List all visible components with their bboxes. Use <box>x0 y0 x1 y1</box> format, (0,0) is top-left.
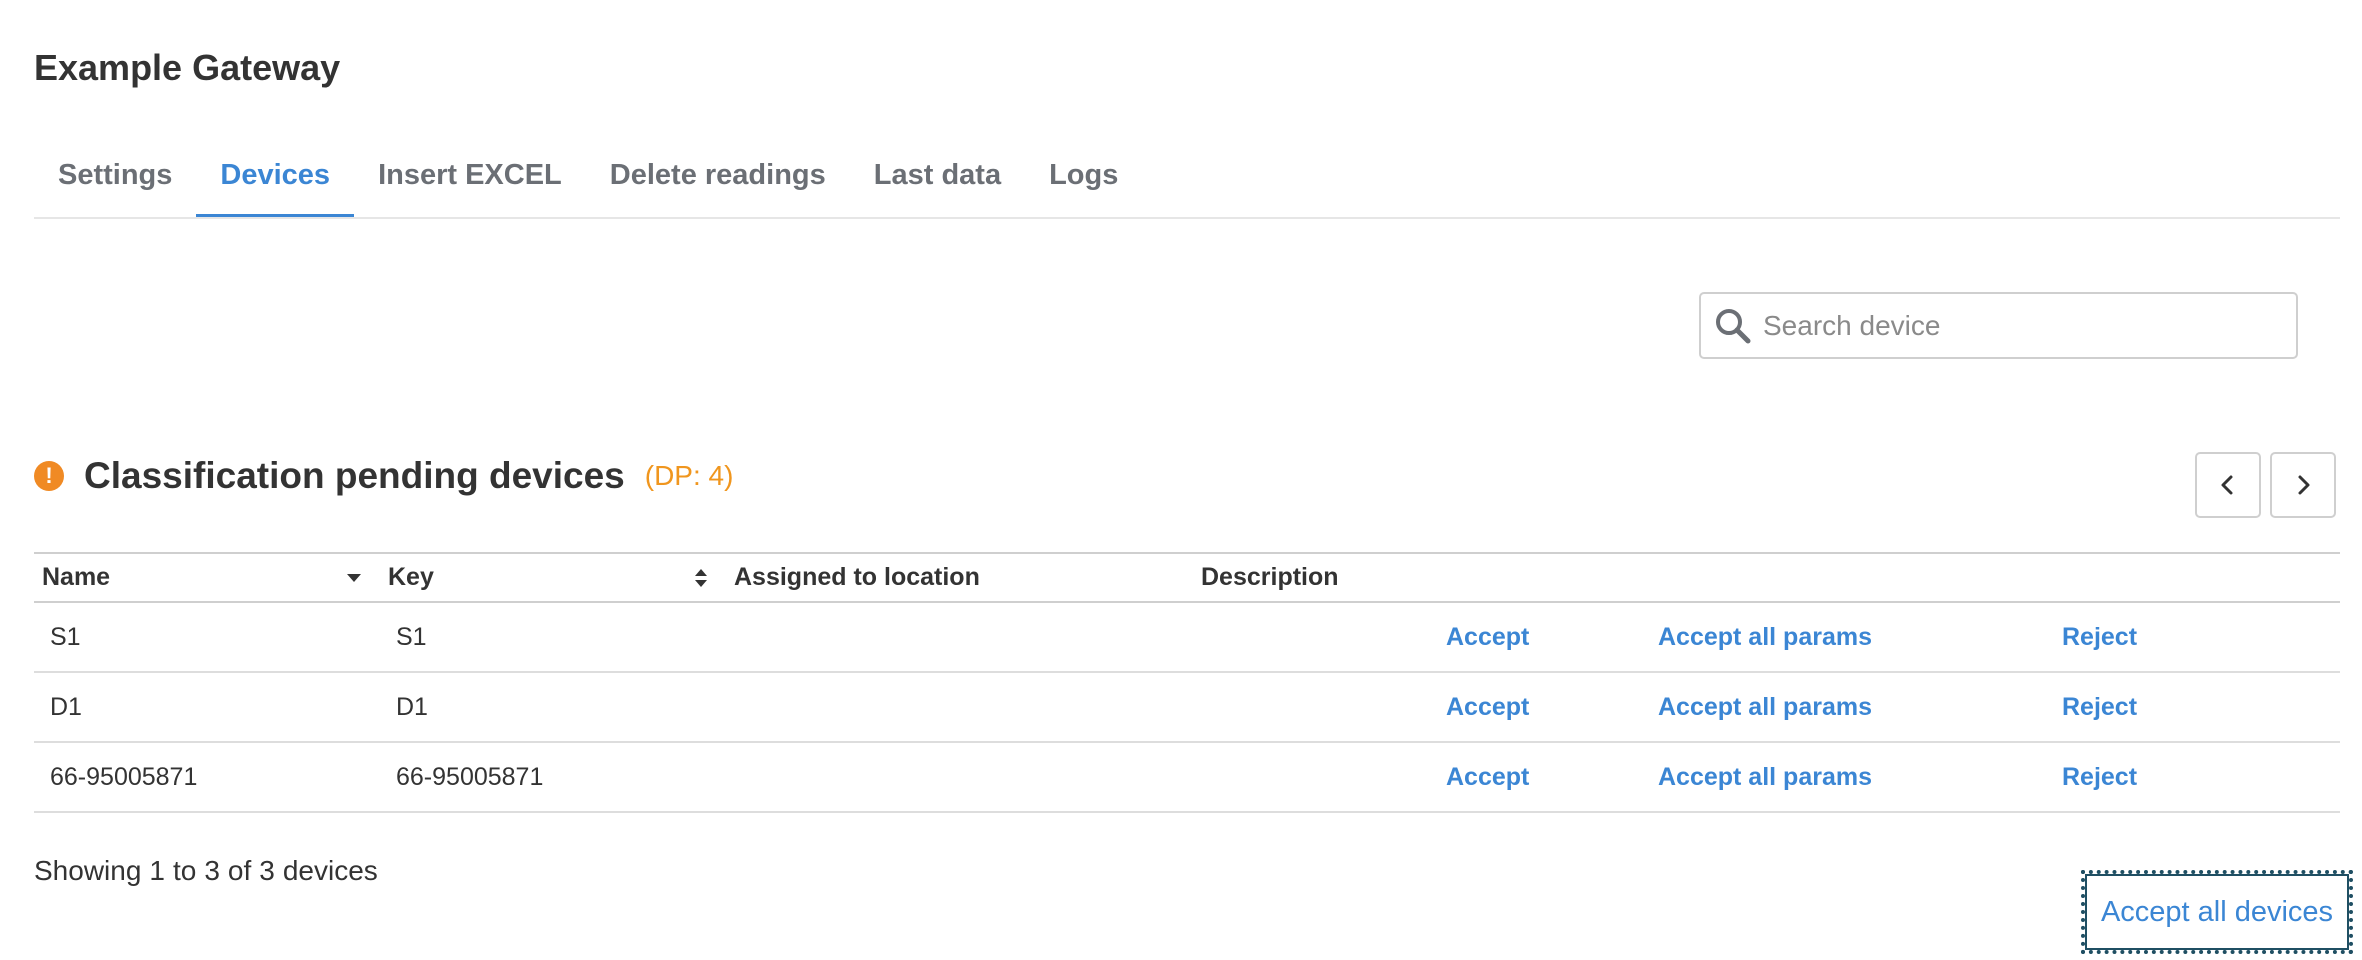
showing-suffix: devices <box>282 855 378 886</box>
search-input[interactable] <box>1761 308 2285 343</box>
device-name-cell: S1 <box>34 602 380 673</box>
device-description-cell <box>1193 672 1430 743</box>
accept-all-params-button[interactable]: Accept all params <box>1658 623 1872 651</box>
column-header-accept-all-params <box>1642 552 2020 603</box>
sort-icon <box>695 568 707 587</box>
table-header-row: Name Key Assigned to location Descriptio… <box>34 552 2340 603</box>
device-name-cell: 66-95005871 <box>34 742 380 813</box>
tab-devices[interactable]: Devices <box>196 145 355 217</box>
page-title: Example Gateway <box>34 47 341 88</box>
page: Example Gateway Settings Devices Insert … <box>0 0 2362 960</box>
showing-prefix: Showing <box>34 855 142 886</box>
device-key-cell: D1 <box>380 672 726 743</box>
showing-to: 3 <box>204 855 220 886</box>
reject-button[interactable]: Reject <box>2062 623 2137 651</box>
device-location-cell <box>726 602 1193 673</box>
warning-icon: ! <box>34 461 64 491</box>
accept-button[interactable]: Accept <box>1446 763 1529 791</box>
pending-devices-table: Name Key Assigned to location Descriptio… <box>34 552 2340 813</box>
column-header-name[interactable]: Name <box>34 552 380 603</box>
table-row: D1 D1 Accept Accept all params Reject <box>34 672 2340 743</box>
chevron-right-icon <box>2298 475 2310 495</box>
column-header-name-label: Name <box>42 563 111 591</box>
tab-insert-excel[interactable]: Insert EXCEL <box>354 145 586 217</box>
showing-of-word: of <box>227 855 252 886</box>
column-header-reject <box>2020 552 2340 603</box>
tab-settings[interactable]: Settings <box>34 145 196 217</box>
device-key-cell: S1 <box>380 602 726 673</box>
device-name-cell: D1 <box>34 672 380 743</box>
device-description-cell <box>1193 742 1430 813</box>
sort-desc-icon <box>347 573 361 582</box>
tab-bar: Settings Devices Insert EXCEL Delete rea… <box>34 145 2340 219</box>
showing-from: 1 <box>149 855 165 886</box>
search-box[interactable] <box>1699 292 2298 359</box>
accept-all-params-button[interactable]: Accept all params <box>1658 693 1872 721</box>
device-key-cell: 66-95005871 <box>380 742 726 813</box>
column-header-location: Assigned to location <box>726 552 1193 603</box>
accept-all-params-button[interactable]: Accept all params <box>1658 763 1872 791</box>
section-title: Classification pending devices <box>84 455 625 496</box>
tab-last-data[interactable]: Last data <box>850 145 1025 217</box>
table-row: 66-95005871 66-95005871 Accept Accept al… <box>34 742 2340 813</box>
section-header: ! Classification pending devices (DP: 4) <box>34 448 733 504</box>
accept-button[interactable]: Accept <box>1446 693 1529 721</box>
pagination-summary: Showing 1 to 3 of 3 devices <box>34 855 386 887</box>
column-header-key-label: Key <box>388 563 434 591</box>
showing-total: 3 <box>259 855 275 886</box>
device-location-cell <box>726 742 1193 813</box>
device-description-cell <box>1193 602 1430 673</box>
device-location-cell <box>726 672 1193 743</box>
column-header-description: Description <box>1193 552 1430 603</box>
accept-button[interactable]: Accept <box>1446 623 1529 651</box>
column-header-accept <box>1430 552 1642 603</box>
next-page-button[interactable] <box>2270 452 2336 518</box>
search-icon <box>1713 306 1753 346</box>
tab-delete-readings[interactable]: Delete readings <box>586 145 850 217</box>
accept-all-devices-button[interactable]: Accept all devices <box>2081 870 2353 954</box>
chevron-left-icon <box>2221 475 2233 495</box>
pending-count-badge: (DP: 4) <box>644 460 734 491</box>
column-header-key[interactable]: Key <box>380 552 726 603</box>
reject-button[interactable]: Reject <box>2062 693 2137 721</box>
tab-logs[interactable]: Logs <box>1025 145 1142 217</box>
table-row: S1 S1 Accept Accept all params Reject <box>34 602 2340 673</box>
reject-button[interactable]: Reject <box>2062 763 2137 791</box>
previous-page-button[interactable] <box>2195 452 2261 518</box>
showing-to-word: to <box>172 855 197 886</box>
